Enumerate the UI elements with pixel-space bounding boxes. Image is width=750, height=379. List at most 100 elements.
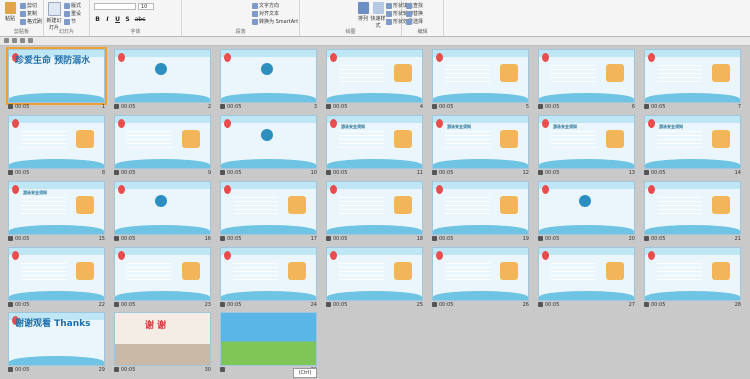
start-slideshow-icon[interactable] [28, 38, 33, 43]
cut-button[interactable]: 剪切 [20, 2, 37, 9]
slide-thumbnail[interactable] [326, 181, 423, 235]
section-button[interactable]: 节 [64, 18, 76, 25]
save-icon[interactable] [4, 38, 9, 43]
slide-timing: 00:05 [651, 170, 666, 176]
text-direction-button[interactable]: 文字方向 [252, 2, 279, 9]
slide-title: 珍爱生命 预防溺水 [15, 56, 91, 66]
slide-thumbnail[interactable]: 谢谢观看 Thanks [8, 312, 105, 366]
redo-icon[interactable] [20, 38, 25, 43]
slide-wave-decoration [9, 356, 104, 365]
reset-button[interactable]: 重设 [64, 10, 81, 17]
slide-thumbnail[interactable]: 游泳安全须知 [432, 115, 529, 169]
italic-button[interactable]: I [104, 16, 111, 23]
font-name-box[interactable] [94, 3, 136, 10]
align-text-button[interactable]: 对齐文本 [252, 10, 279, 17]
slide-thumbnail[interactable]: 游泳安全须知 [644, 115, 741, 169]
underline-button[interactable]: U [114, 16, 121, 23]
slide-thumbnail[interactable] [432, 181, 529, 235]
slide-number: 9 [207, 170, 211, 176]
arrange-button[interactable]: 排列 [355, 2, 371, 22]
slide-thumbnail[interactable]: 游泳安全须知 [538, 115, 635, 169]
slide-thumbnail[interactable] [220, 312, 317, 366]
fill-icon [386, 2, 392, 9]
slide-thumbnail[interactable] [114, 49, 211, 103]
slide-thumbnail[interactable] [644, 247, 741, 301]
slide-timing: 00:05 [545, 170, 560, 176]
paste-options-button[interactable]: (Ctrl) [293, 368, 317, 378]
slide-thumbnail[interactable]: 游泳安全须知 [8, 181, 105, 235]
quick-styles-button[interactable]: 快速样式 [370, 2, 386, 29]
select-button[interactable]: 选择 [406, 18, 423, 25]
slide-thumbnail[interactable] [538, 181, 635, 235]
slide-wave-decoration [115, 93, 210, 102]
replace-button[interactable]: 替换 [406, 10, 423, 17]
slide-thumbnail[interactable] [432, 247, 529, 301]
slide-wave-decoration [221, 291, 316, 300]
slide-meta: 00:05 22 [8, 302, 105, 310]
slide-thumbnail[interactable] [220, 49, 317, 103]
new-slide-button[interactable]: 新建幻灯片 [46, 2, 62, 31]
undo-icon[interactable] [12, 38, 17, 43]
font-size-box[interactable]: 10 [138, 3, 154, 10]
copy-button[interactable]: 复制 [20, 10, 37, 17]
strikethrough-button[interactable]: abc [134, 16, 146, 23]
slide-timing: 00:05 [439, 104, 454, 110]
slide-header-band [221, 50, 316, 57]
slide-thumbnail[interactable] [432, 49, 529, 103]
slide-wave-decoration [539, 159, 634, 168]
transition-star-icon [8, 104, 13, 109]
slide-text-lines [21, 197, 66, 217]
slide-text-lines [551, 131, 596, 151]
slide-thumbnail[interactable] [220, 181, 317, 235]
slide-meta: 00:05 5 [432, 104, 529, 112]
shadow-button[interactable]: S [124, 16, 131, 23]
smartart-button[interactable]: 转换为 SmartArt [252, 18, 298, 25]
slide-thumbnail[interactable] [114, 115, 211, 169]
slide-number: 15 [98, 236, 105, 242]
bold-button[interactable]: B [94, 16, 101, 23]
slide-thumbnail[interactable]: 谢 谢 [114, 312, 211, 366]
paste-button[interactable]: 粘贴 [2, 2, 18, 22]
slide-timing: 00:05 [439, 170, 454, 176]
slide-thumbnail[interactable]: 珍爱生命 预防溺水 [6, 47, 107, 105]
slide-picture [288, 262, 306, 280]
slide-header-band [539, 182, 634, 189]
slide-timing: 00:05 [227, 236, 242, 242]
slide-thumbnail[interactable] [644, 49, 741, 103]
slide-thumbnail[interactable] [8, 247, 105, 301]
balloon-icon [12, 185, 19, 194]
transition-star-icon [538, 170, 543, 175]
group-label: 段落 [235, 29, 246, 35]
slide-number: 8 [101, 170, 105, 176]
slide-thumbnail[interactable] [538, 247, 635, 301]
balloon-icon [224, 185, 231, 194]
slide-number: 23 [204, 302, 211, 308]
slide-thumbnail[interactable] [538, 49, 635, 103]
slide-header-band [115, 116, 210, 123]
slide-picture [76, 130, 94, 148]
slide-text-lines [339, 131, 384, 151]
slide-thumbnail[interactable] [8, 115, 105, 169]
slide-thumbnail[interactable]: 游泳安全须知 [326, 115, 423, 169]
transition-star-icon [220, 104, 225, 109]
slide-meta: 00:05 30 [114, 367, 211, 375]
slide-thumbnail[interactable] [114, 247, 211, 301]
slide-thumbnail[interactable] [114, 181, 211, 235]
slide-thumbnail[interactable] [220, 247, 317, 301]
slide-picture [394, 64, 412, 82]
slide-timing: 00:05 [15, 104, 30, 110]
slide-thumbnail[interactable] [326, 247, 423, 301]
transition-star-icon [220, 170, 225, 175]
format-painter-button[interactable]: 格式刷 [20, 18, 42, 25]
slide-thumbnail[interactable] [644, 181, 741, 235]
copy-icon [20, 10, 26, 17]
slide-text-lines [657, 197, 702, 217]
slide-thumbnail[interactable] [326, 49, 423, 103]
slide-picture [500, 262, 518, 280]
slide-timing: 00:05 [121, 170, 136, 176]
slide-thumbnail[interactable] [220, 115, 317, 169]
slide-wave-decoration [539, 291, 634, 300]
layout-button[interactable]: 版式 [64, 2, 81, 9]
find-button[interactable]: 查找 [406, 2, 423, 9]
slide-number: 25 [416, 302, 423, 308]
